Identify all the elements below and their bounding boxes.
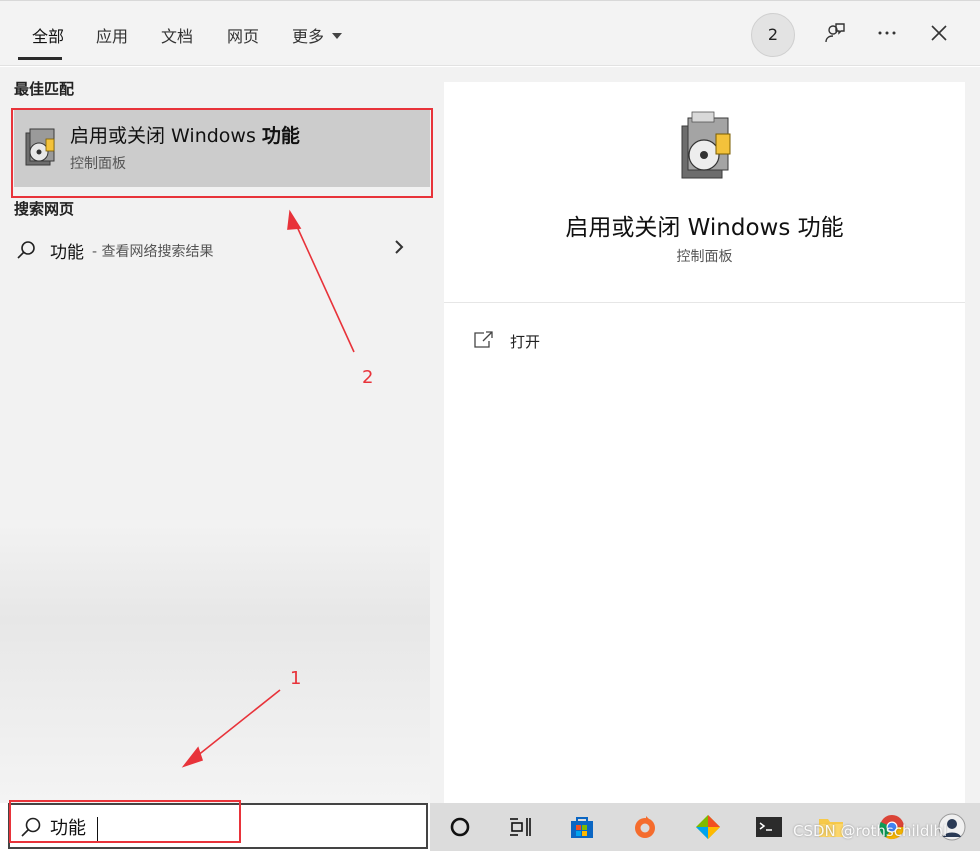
tab-all[interactable]: 全部 bbox=[32, 23, 64, 47]
open-action-label: 打开 bbox=[510, 333, 541, 351]
terminal-icon[interactable] bbox=[753, 811, 785, 843]
web-search-result[interactable]: 功能 - 查看网络搜索结果 bbox=[14, 232, 414, 268]
annotation-box-search bbox=[9, 800, 241, 843]
rewards-badge[interactable]: 2 bbox=[751, 13, 795, 57]
tab-apps[interactable]: 应用 bbox=[96, 23, 128, 47]
windows-features-large-icon bbox=[676, 110, 736, 182]
tab-more-label: 更多 bbox=[292, 27, 325, 46]
tab-documents[interactable]: 文档 bbox=[161, 23, 193, 47]
annotation-label-2: 2 bbox=[362, 367, 374, 388]
feedback-icon[interactable] bbox=[819, 17, 851, 49]
detail-pane: 启用或关闭 Windows 功能 控制面板 打开 bbox=[444, 82, 965, 803]
caret-down-icon bbox=[332, 32, 343, 39]
detail-title: 启用或关闭 Windows 功能 bbox=[565, 215, 844, 241]
microsoft-store-icon[interactable] bbox=[566, 811, 598, 843]
search-web-heading: 搜索网页 bbox=[14, 200, 75, 218]
task-view-icon[interactable] bbox=[504, 811, 536, 843]
ellipsis-icon[interactable] bbox=[871, 17, 903, 49]
detail-divider bbox=[444, 302, 965, 303]
annotation-label-1: 1 bbox=[290, 668, 302, 689]
gem-app-icon[interactable] bbox=[692, 811, 724, 843]
open-external-icon bbox=[472, 330, 494, 354]
chevron-right-icon[interactable] bbox=[392, 236, 406, 262]
search-icon bbox=[16, 240, 36, 264]
tab-web[interactable]: 网页 bbox=[227, 23, 259, 47]
web-search-query: 功能 bbox=[50, 243, 84, 263]
origin-icon[interactable] bbox=[629, 811, 661, 843]
active-tab-indicator bbox=[18, 57, 62, 60]
best-match-heading: 最佳匹配 bbox=[14, 80, 75, 98]
detail-subtitle: 控制面板 bbox=[676, 249, 733, 265]
cortana-circle-icon[interactable] bbox=[444, 811, 476, 843]
watermark: CSDN @rothschildlhl bbox=[793, 822, 948, 840]
search-tab-bar: 全部 应用 文档 网页 更多 2 bbox=[0, 0, 980, 66]
web-search-hint: - 查看网络搜索结果 bbox=[92, 244, 214, 260]
annotation-box-best-match bbox=[11, 108, 433, 198]
close-icon[interactable] bbox=[923, 17, 955, 49]
tab-more[interactable]: 更多 bbox=[292, 23, 343, 47]
